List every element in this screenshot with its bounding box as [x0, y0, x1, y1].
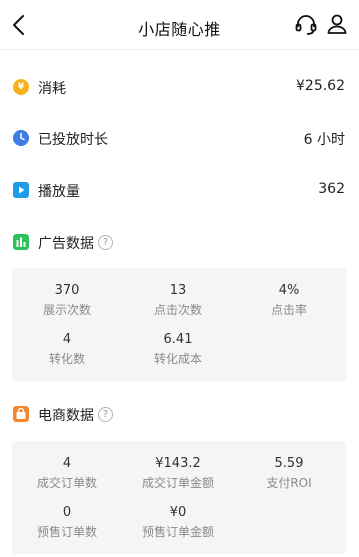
metric-label: 支付ROI: [266, 476, 312, 490]
duration-label: 已投放时长: [38, 132, 108, 148]
ad-data-header: 广告数据 ?: [0, 228, 359, 258]
metric-label: 展示次数: [42, 303, 91, 317]
ecom-data-title: 电商数据: [38, 408, 94, 424]
play-icon: [13, 182, 29, 198]
metric-label: 转化成本: [153, 352, 202, 366]
metric-presale-orders: 0 预售订单数: [12, 505, 122, 540]
ecom-data-card: 4 成交订单数 ¥143.2 成交订单金额 5.59 支付ROI 0 预售订单数…: [12, 441, 346, 554]
metric-orders: 4 成交订单数: [12, 456, 122, 491]
metric-label: 点击次数: [153, 303, 202, 317]
metric-value: 6.41: [163, 332, 193, 347]
ecom-data-help-icon[interactable]: ?: [98, 407, 113, 422]
metric-value: 4: [62, 332, 72, 347]
user-icon[interactable]: [325, 12, 349, 36]
metric-clicks: 13 点击次数: [123, 283, 233, 318]
metric-presale-amount: ¥0 预售订单金额: [123, 505, 233, 540]
plays-value: 362: [318, 181, 345, 197]
ad-data-help-icon[interactable]: ?: [98, 235, 113, 250]
metric-label: 预售订单数: [36, 525, 97, 539]
metric-value: ¥143.2: [155, 456, 201, 471]
yuan-coin-icon: ¥: [13, 79, 29, 95]
metric-conversions: 4 转化数: [12, 332, 122, 367]
nav-divider: [0, 49, 359, 50]
metric-value: 0: [62, 505, 72, 520]
metric-impressions: 370 展示次数: [12, 283, 122, 318]
metric-ctr: 4% 点击率: [234, 283, 344, 318]
metric-order-amount: ¥143.2 成交订单金额: [123, 456, 233, 491]
clock-icon: [13, 130, 29, 146]
metric-value: 13: [169, 283, 187, 298]
ad-data-title: 广告数据: [38, 236, 94, 252]
metric-value: 5.59: [274, 456, 304, 471]
metric-roi: 5.59 支付ROI: [234, 456, 344, 491]
duration-value: 6 小时: [303, 132, 345, 148]
ad-data-card: 370 展示次数 13 点击次数 4% 点击率 4 转化数 6.41 转化成本: [12, 268, 346, 381]
cost-label: 消耗: [38, 81, 66, 97]
plays-label: 播放量: [38, 184, 80, 200]
cost-row: ¥ 消耗 ¥25.62: [0, 72, 359, 102]
metric-value: ¥0: [169, 505, 187, 520]
metric-label: 转化数: [48, 352, 85, 366]
nav-bar: 小店随心推: [0, 0, 359, 50]
bar-chart-icon: [13, 234, 29, 250]
metric-conversion-cost: 6.41 转化成本: [123, 332, 233, 367]
cost-value: ¥25.62: [296, 78, 345, 94]
metric-label: 点击率: [270, 303, 307, 317]
metric-value: 4: [62, 456, 72, 471]
headset-icon[interactable]: [294, 13, 318, 37]
shopping-bag-icon: [13, 406, 29, 422]
duration-row: 已投放时长 6 小时: [0, 123, 359, 153]
ecom-data-header: 电商数据 ?: [0, 400, 359, 430]
metric-label: 预售订单金额: [141, 525, 214, 539]
metric-value: 370: [54, 283, 80, 298]
metric-label: 成交订单金额: [141, 476, 214, 490]
metric-label: 成交订单数: [36, 476, 97, 490]
metric-value: 4%: [278, 283, 300, 298]
plays-row: 播放量 362: [0, 175, 359, 205]
